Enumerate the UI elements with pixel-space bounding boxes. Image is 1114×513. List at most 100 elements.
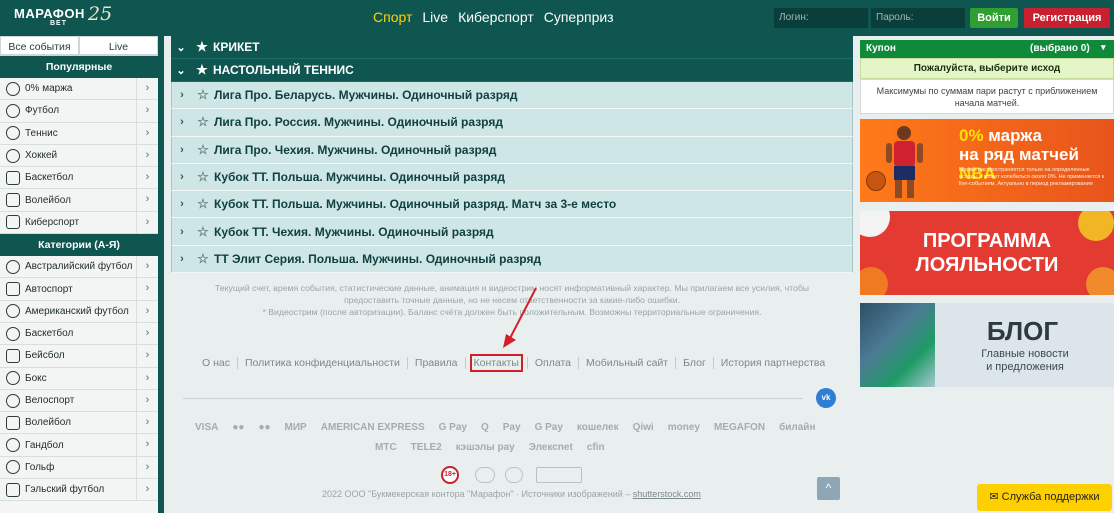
chevron-right-icon[interactable]: › — [136, 256, 158, 278]
sidebar-item-category[interactable]: Гандбол › — [0, 434, 158, 457]
login-input[interactable]: Логин: — [774, 8, 868, 28]
footer-link-blog[interactable]: Блог — [676, 357, 713, 369]
star-outline-icon[interactable]: ☆ — [192, 142, 214, 158]
chevron-right-icon[interactable]: › — [172, 171, 192, 183]
nba-banner[interactable]: 0% маржа на ряд матчей NBA Маржа распрос… — [860, 119, 1114, 202]
nav-live[interactable]: Live — [422, 9, 448, 25]
chevron-right-icon[interactable]: › — [136, 412, 158, 434]
chevron-right-icon[interactable]: › — [136, 345, 158, 367]
footer-link-rules[interactable]: Правила — [408, 357, 465, 369]
star-outline-icon[interactable]: ☆ — [192, 114, 214, 130]
sidebar-item-popular[interactable]: Баскетбол › — [0, 167, 158, 190]
chevron-right-icon[interactable]: › — [136, 300, 158, 322]
star-outline-icon[interactable]: ☆ — [192, 196, 214, 212]
payment-logo: G Pay — [438, 422, 467, 433]
footer-link-privacy[interactable]: Политика конфиденциальности — [238, 357, 407, 369]
nav-superprize[interactable]: Суперприз — [544, 9, 614, 25]
sidebar-item-category[interactable]: Гольф › — [0, 456, 158, 480]
chevron-right-icon[interactable]: › — [172, 89, 192, 101]
chevron-right-icon[interactable]: › — [136, 167, 158, 189]
footer-link-mobile[interactable]: Мобильный сайт — [579, 357, 675, 369]
footer-link-contacts[interactable]: Контакты — [469, 354, 523, 372]
sport-icon — [6, 282, 20, 297]
scroll-top-button[interactable]: ^ — [817, 477, 840, 500]
support-button[interactable]: ✉ Служба поддержки — [977, 484, 1112, 511]
chevron-right-icon[interactable]: › — [136, 211, 158, 234]
sidebar-item-category[interactable]: Американский футбол › — [0, 300, 158, 323]
league-row[interactable]: › ☆ Кубок ТТ. Польша. Мужчины. Одиночный… — [171, 163, 853, 192]
sidebar-item-category[interactable]: Волейбол › — [0, 412, 158, 435]
blog-banner[interactable]: БЛОГ Главные новости и предложения — [860, 303, 1114, 387]
sidebar-item-category[interactable]: Автоспорт › — [0, 278, 158, 301]
chevron-right-icon[interactable]: › — [136, 189, 158, 211]
sidebar-item-popular[interactable]: Волейбол › — [0, 189, 158, 212]
register-button[interactable]: Регистрация — [1024, 8, 1110, 28]
chevron-right-icon[interactable]: › — [136, 122, 158, 144]
vk-icon[interactable]: vk — [816, 388, 836, 408]
nav-esports[interactable]: Киберспорт — [458, 9, 534, 25]
star-outline-icon[interactable]: ☆ — [192, 251, 214, 267]
sidebar-item-category[interactable]: Баскетбол › — [0, 322, 158, 346]
chevron-right-icon[interactable]: › — [136, 78, 158, 100]
sidebar-item-popular[interactable]: Теннис › — [0, 122, 158, 145]
login-button[interactable]: Войти — [970, 8, 1018, 28]
sidebar-item-popular[interactable]: Киберспорт › — [0, 211, 158, 235]
password-input[interactable]: Пароль: — [871, 8, 965, 28]
sidebar-item-label: 0% маржа — [25, 83, 73, 95]
chevron-right-icon[interactable]: › — [136, 322, 158, 345]
chevron-right-icon[interactable]: › — [172, 226, 192, 238]
category-row-cricket[interactable]: ⌄ ★ КРИКЕТ — [171, 36, 853, 59]
sidebar-item-category[interactable]: Австралийский футбол › — [0, 256, 158, 279]
chevron-down-icon[interactable]: ⌄ — [171, 64, 191, 77]
loyalty-banner[interactable]: ПРОГРАММА ЛОЯЛЬНОСТИ — [860, 211, 1114, 295]
sidebar-item-popular[interactable]: Хоккей › — [0, 144, 158, 168]
loyalty-line: ПРОГРАММА — [922, 230, 1052, 252]
footer-link-payment[interactable]: Оплата — [528, 357, 578, 369]
chevron-right-icon[interactable]: › — [136, 278, 158, 300]
chat-icon: ✉ — [989, 491, 999, 503]
star-icon[interactable]: ★ — [191, 39, 213, 55]
nav-sport[interactable]: Спорт — [373, 9, 412, 25]
chevron-right-icon[interactable]: › — [136, 144, 158, 167]
sidebar-item-popular[interactable]: Футбол › — [0, 100, 158, 123]
chevron-right-icon[interactable]: › — [136, 100, 158, 122]
chevron-right-icon[interactable]: › — [136, 434, 158, 456]
chevron-right-icon[interactable]: › — [136, 389, 158, 412]
collapse-icon[interactable]: ▾ — [1101, 42, 1106, 53]
chevron-right-icon[interactable]: › — [136, 456, 158, 479]
logo[interactable]: МАРАФОН BET 25 — [14, 3, 112, 27]
league-row[interactable]: › ☆ Лига Про. Чехия. Мужчины. Одиночный … — [171, 136, 853, 164]
sidebar-item-category[interactable]: Бейсбол › — [0, 345, 158, 368]
star-icon[interactable]: ★ — [191, 62, 213, 78]
star-outline-icon[interactable]: ☆ — [192, 224, 214, 240]
chevron-right-icon[interactable]: › — [172, 144, 192, 156]
chevron-right-icon[interactable]: › — [172, 253, 192, 265]
tab-all-events[interactable]: Все события — [0, 36, 79, 55]
league-row[interactable]: › ☆ ТТ Элит Серия. Польша. Мужчины. Один… — [171, 245, 853, 274]
league-row[interactable]: › ☆ Лига Про. Россия. Мужчины. Одиночный… — [171, 109, 853, 137]
star-outline-icon[interactable]: ☆ — [192, 169, 214, 185]
image-source-link[interactable]: shutterstock.com — [633, 489, 701, 499]
sidebar-item-category[interactable]: Велоспорт › — [0, 389, 158, 413]
chevron-right-icon[interactable]: › — [172, 116, 192, 128]
chevron-right-icon[interactable]: › — [172, 198, 192, 210]
tab-live[interactable]: Live — [79, 36, 158, 55]
chevron-right-icon[interactable]: › — [136, 479, 158, 501]
payment-logo: money — [667, 422, 700, 433]
sidebar-item-category[interactable]: Гэльский футбол › — [0, 479, 158, 502]
sidebar-item-popular[interactable]: 0% маржа › — [0, 78, 158, 101]
coupon-header[interactable]: Купон (выбрано 0) ▾ — [860, 40, 1114, 58]
category-row-table-tennis[interactable]: ⌄ ★ НАСТОЛЬНЫЙ ТЕННИС — [171, 59, 853, 82]
footer-link-partnership[interactable]: История партнерства — [714, 357, 832, 369]
league-row[interactable]: › ☆ Кубок ТТ. Польша. Мужчины. Одиночный… — [171, 191, 853, 219]
payment-logo: Элексnet — [528, 442, 573, 453]
league-row[interactable]: › ☆ Кубок ТТ. Чехия. Мужчины. Одиночный … — [171, 218, 853, 246]
chevron-right-icon[interactable]: › — [136, 367, 158, 389]
chevron-down-icon[interactable]: ⌄ — [171, 41, 191, 54]
sidebar-item-category[interactable]: Бокс › — [0, 367, 158, 390]
footer-divider — [183, 398, 803, 399]
footer-link-about[interactable]: О нас — [195, 357, 237, 369]
league-row[interactable]: › ☆ Лига Про. Беларусь. Мужчины. Одиночн… — [171, 82, 853, 110]
star-outline-icon[interactable]: ☆ — [192, 87, 214, 103]
loyalty-title: ПРОГРАММА ЛОЯЛЬНОСТИ — [860, 229, 1114, 277]
